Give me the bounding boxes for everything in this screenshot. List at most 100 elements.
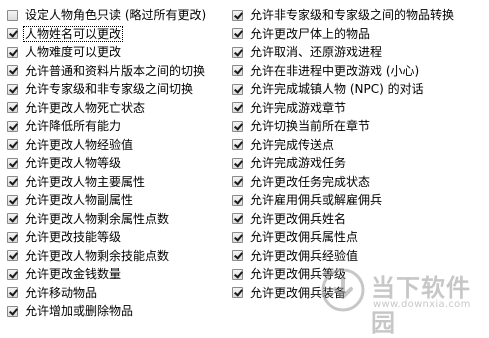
option-checkbox[interactable] — [232, 120, 243, 132]
option-checkbox[interactable] — [7, 194, 18, 206]
option-label[interactable]: 允许更改佣兵装备 — [249, 286, 347, 300]
option-row[interactable]: 人物姓名可以更改 — [7, 25, 229, 44]
option-row[interactable]: 允许更改佣兵姓名 — [232, 210, 488, 229]
option-label[interactable]: 允许取消、还原游戏进程 — [249, 45, 383, 59]
option-row[interactable]: 允许完成游戏任务 — [232, 154, 488, 173]
option-label[interactable]: 允许完成传送点 — [249, 138, 335, 152]
option-label[interactable]: 允许更改佣兵等级 — [249, 267, 347, 281]
option-checkbox[interactable] — [232, 102, 243, 114]
option-label[interactable]: 允许在非进程中更改游戏 (小心) — [249, 64, 420, 78]
option-label[interactable]: 允许增加或删除物品 — [24, 304, 134, 318]
option-row[interactable]: 允许更改佣兵经验值 — [232, 247, 488, 266]
option-checkbox[interactable] — [232, 287, 243, 299]
option-checkbox[interactable] — [232, 83, 243, 95]
option-label[interactable]: 允许更改佣兵姓名 — [249, 212, 347, 226]
option-label[interactable]: 允许更改人物剩余技能点数 — [24, 249, 170, 263]
option-checkbox[interactable] — [232, 139, 243, 151]
option-checkbox[interactable] — [232, 65, 243, 77]
option-checkbox[interactable] — [7, 231, 18, 243]
option-checkbox[interactable] — [232, 176, 243, 188]
option-row[interactable]: 允许降低所有能力 — [7, 117, 229, 136]
option-row[interactable]: 允许完成城镇人物 (NPC) 的对话 — [232, 80, 488, 99]
option-checkbox[interactable] — [7, 157, 18, 169]
option-checkbox[interactable] — [232, 46, 243, 58]
option-row[interactable]: 允许专家级和非专家级之间切换 — [7, 80, 229, 99]
option-checkbox[interactable] — [7, 83, 18, 95]
option-label[interactable]: 允许雇用佣兵或解雇佣兵 — [249, 193, 383, 207]
option-label[interactable]: 允许更改人物死亡状态 — [24, 101, 146, 115]
option-label[interactable]: 允许更改尸体上的物品 — [249, 27, 371, 41]
option-row[interactable]: 人物难度可以更改 — [7, 43, 229, 62]
option-row[interactable]: 允许更改佣兵装备 — [232, 284, 488, 303]
option-checkbox[interactable] — [7, 176, 18, 188]
option-row[interactable]: 允许更改人物主要属性 — [7, 173, 229, 192]
option-label[interactable]: 人物难度可以更改 — [24, 45, 122, 59]
option-label[interactable]: 允许更改人物等级 — [24, 156, 122, 170]
option-checkbox[interactable] — [232, 268, 243, 280]
option-checkbox[interactable] — [7, 46, 18, 58]
option-label[interactable]: 允许更改技能等级 — [24, 230, 122, 244]
option-checkbox[interactable] — [232, 28, 243, 40]
option-label[interactable]: 允许完成游戏任务 — [249, 156, 347, 170]
option-row[interactable]: 允许更改佣兵属性点 — [232, 228, 488, 247]
option-row[interactable]: 允许增加或删除物品 — [7, 302, 229, 321]
option-checkbox[interactable] — [232, 194, 243, 206]
options-left-column: 设定人物角色只读 (略过所有更改) 人物姓名可以更改 人物难度可以更改允许普通和资料… — [7, 6, 229, 321]
option-row[interactable]: 允许更改人物剩余属性点数 — [7, 210, 229, 229]
option-label[interactable]: 允许更改佣兵经验值 — [249, 249, 359, 263]
option-checkbox[interactable] — [232, 231, 243, 243]
option-label[interactable]: 允许更改任务完成状态 — [249, 175, 371, 189]
option-label[interactable]: 允许更改金钱数量 — [24, 267, 122, 281]
option-checkbox[interactable] — [232, 157, 243, 169]
option-label[interactable]: 人物姓名可以更改 — [22, 25, 124, 42]
option-checkbox[interactable] — [7, 287, 18, 299]
option-checkbox[interactable] — [232, 250, 243, 262]
option-row[interactable]: 允许更改人物经验值 — [7, 136, 229, 155]
option-label[interactable]: 设定人物角色只读 (略过所有更改) — [24, 8, 207, 22]
option-checkbox[interactable] — [7, 9, 18, 21]
option-row[interactable]: 允许取消、还原游戏进程 — [232, 43, 488, 62]
option-checkbox[interactable] — [7, 213, 18, 225]
option-checkbox[interactable] — [7, 28, 18, 40]
option-row[interactable]: 允许更改技能等级 — [7, 228, 229, 247]
option-row[interactable]: 允许切换当前所在章节 — [232, 117, 488, 136]
option-label[interactable]: 允许更改佣兵属性点 — [249, 230, 359, 244]
option-checkbox[interactable] — [7, 139, 18, 151]
option-label[interactable]: 允许更改人物经验值 — [24, 138, 134, 152]
option-label[interactable]: 允许普通和资料片版本之间的切换 — [24, 64, 206, 78]
option-row[interactable]: 设定人物角色只读 (略过所有更改) — [7, 6, 229, 25]
option-label[interactable]: 允许完成游戏章节 — [249, 101, 347, 115]
option-row[interactable]: 允许移动物品 — [7, 284, 229, 303]
option-label[interactable]: 允许非专家级和专家级之间的物品转换 — [249, 8, 455, 22]
option-row[interactable]: 允许更改尸体上的物品 — [232, 25, 488, 44]
option-row[interactable]: 允许更改人物剩余技能点数 — [7, 247, 229, 266]
option-label[interactable]: 允许更改人物副属性 — [24, 193, 134, 207]
option-label[interactable]: 允许完成城镇人物 (NPC) 的对话 — [249, 82, 425, 96]
option-label[interactable]: 允许移动物品 — [24, 286, 98, 300]
option-row[interactable]: 允许雇用佣兵或解雇佣兵 — [232, 191, 488, 210]
option-label[interactable]: 允许更改人物主要属性 — [24, 175, 146, 189]
option-label[interactable]: 允许专家级和非专家级之间切换 — [24, 82, 194, 96]
option-label[interactable]: 允许降低所有能力 — [24, 119, 122, 133]
option-checkbox[interactable] — [7, 250, 18, 262]
option-checkbox[interactable] — [7, 120, 18, 132]
option-checkbox[interactable] — [7, 65, 18, 77]
option-row[interactable]: 允许非专家级和专家级之间的物品转换 — [232, 6, 488, 25]
option-row[interactable]: 允许更改佣兵等级 — [232, 265, 488, 284]
option-row[interactable]: 允许完成传送点 — [232, 136, 488, 155]
option-checkbox[interactable] — [7, 102, 18, 114]
option-row[interactable]: 允许更改人物等级 — [7, 154, 229, 173]
option-checkbox[interactable] — [232, 213, 243, 225]
option-label[interactable]: 允许切换当前所在章节 — [249, 119, 371, 133]
option-checkbox[interactable] — [7, 268, 18, 280]
option-checkbox[interactable] — [232, 9, 243, 21]
option-row[interactable]: 允许更改金钱数量 — [7, 265, 229, 284]
option-row[interactable]: 允许更改人物死亡状态 — [7, 99, 229, 118]
option-row[interactable]: 允许在非进程中更改游戏 (小心) — [232, 62, 488, 81]
option-row[interactable]: 允许更改任务完成状态 — [232, 173, 488, 192]
option-checkbox[interactable] — [7, 305, 18, 317]
option-row[interactable]: 允许更改人物副属性 — [7, 191, 229, 210]
option-label[interactable]: 允许更改人物剩余属性点数 — [24, 212, 170, 226]
option-row[interactable]: 允许完成游戏章节 — [232, 99, 488, 118]
option-row[interactable]: 允许普通和资料片版本之间的切换 — [7, 62, 229, 81]
